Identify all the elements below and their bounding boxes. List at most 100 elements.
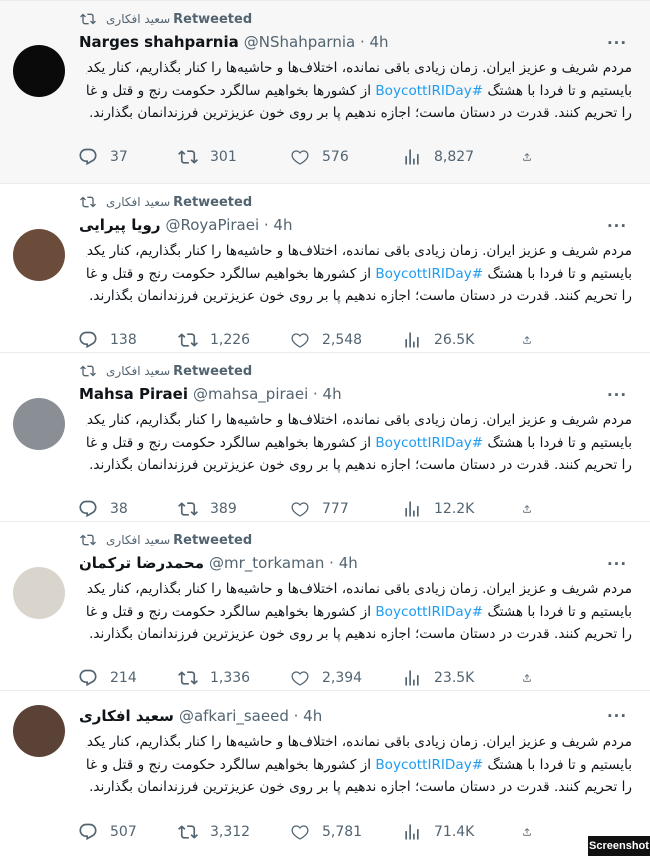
retweeter-name[interactable]: سعید افکاری	[106, 195, 170, 209]
views-button[interactable]: 23.5K	[402, 668, 522, 688]
tweet-text-fragment: بایستیم و تا فردا با هشتگ	[483, 603, 632, 620]
views-button[interactable]: 71.4K	[402, 822, 522, 842]
retweeted-label: Retweeted	[173, 11, 253, 27]
retweet-context: سعید افکاری Retweeted	[80, 362, 252, 380]
retweet-context: سعید افکاری Retweeted	[80, 531, 252, 549]
more-icon[interactable]: ···	[606, 217, 628, 235]
author-handle[interactable]: @afkari_saeed · 4h	[179, 707, 322, 725]
reply-icon	[79, 500, 97, 518]
hashtag-link[interactable]: #BoycottIRIDay	[375, 83, 483, 99]
author-handle[interactable]: @mahsa_piraei · 4h	[193, 385, 342, 403]
share-icon	[523, 336, 531, 344]
tweet-text: مردم شریف و عزیز ایران. زمان زیادی باقی …	[86, 731, 632, 799]
more-icon[interactable]: ···	[606, 34, 628, 52]
retweet-button[interactable]: 1,336	[178, 668, 290, 688]
tweet-text-line: مردم شریف و عزیز ایران. زمان زیادی باقی …	[86, 412, 632, 428]
tweet-text-line: را تحریم کنند. قدرت در دستان ماست؛ اجازه…	[89, 626, 632, 642]
reply-icon	[79, 148, 97, 166]
share-button[interactable]	[522, 330, 544, 350]
retweet-button[interactable]: 301	[178, 147, 290, 167]
reply-button[interactable]: 214	[78, 668, 178, 688]
hashtag-link[interactable]: #BoycottIRIDay	[375, 604, 483, 620]
retweeted-label: Retweeted	[173, 194, 253, 210]
retweeted-label: Retweeted	[173, 532, 253, 548]
views-button[interactable]: 12.2K	[402, 499, 522, 519]
author-handle[interactable]: @RoyaPiraei · 4h	[165, 216, 292, 234]
tweet-header: Mahsa Piraei @mahsa_piraei · 4h	[79, 383, 342, 405]
retweeter-name[interactable]: سعید افکاری	[106, 533, 170, 547]
tweet[interactable]: سعید افکاری Retweeted Narges shahparnia …	[0, 0, 650, 184]
reply-count: 38	[110, 501, 128, 517]
share-button[interactable]	[522, 822, 544, 842]
views-count: 71.4K	[434, 824, 475, 840]
share-button[interactable]	[522, 499, 544, 519]
avatar[interactable]	[13, 398, 65, 450]
tweet-text-line: بایستیم و تا فردا با هشتگ #BoycottIRIDay…	[86, 80, 632, 103]
tweet-text-fragment: از کشورها بخواهیم سالگرد حکومت رنج و قتل…	[86, 265, 376, 282]
reply-button[interactable]: 138	[78, 330, 178, 350]
tweet[interactable]: سعید افکاری Retweeted Mahsa Piraei @mahs…	[0, 353, 650, 522]
heart-icon	[291, 333, 309, 348]
author-name[interactable]: رویا پیرایی	[79, 216, 160, 234]
like-button[interactable]: 777	[290, 499, 402, 519]
author-name[interactable]: سعید افکاری	[79, 707, 174, 725]
tweet-text-line: بایستیم و تا فردا با هشتگ #BoycottIRIDay…	[86, 263, 632, 286]
tweet-text-line: را تحریم کنند. قدرت در دستان ماست؛ اجازه…	[89, 288, 632, 304]
like-count: 5,781	[322, 824, 363, 840]
tweet[interactable]: سعید افکاری Retweeted رویا پیرایی @RoyaP…	[0, 184, 650, 353]
tweet-actions: 37 301 576 8,827	[78, 146, 548, 168]
reply-button[interactable]: 507	[78, 822, 178, 842]
tweet[interactable]: سعید افکاری @afkari_saeed · 4h ··· مردم …	[0, 691, 650, 856]
avatar[interactable]	[13, 45, 65, 97]
tweet-text-fragment: بایستیم و تا فردا با هشتگ	[483, 265, 632, 282]
retweet-count: 1,336	[210, 670, 251, 686]
more-icon[interactable]: ···	[606, 707, 628, 725]
hashtag-link[interactable]: #BoycottIRIDay	[375, 266, 483, 282]
retweet-button[interactable]: 1,226	[178, 330, 290, 350]
more-icon[interactable]: ···	[606, 555, 628, 573]
retweet-button[interactable]: 389	[178, 499, 290, 519]
retweeter-name[interactable]: سعید افکاری	[106, 364, 170, 378]
share-button[interactable]	[522, 147, 544, 167]
author-handle[interactable]: @mr_torkaman · 4h	[209, 554, 358, 572]
screenshot-watermark: Screenshot	[588, 836, 650, 856]
avatar[interactable]	[13, 229, 65, 281]
author-handle[interactable]: @NShahparnia · 4h	[244, 33, 389, 51]
author-name[interactable]: Mahsa Piraei	[79, 385, 188, 403]
avatar[interactable]	[13, 705, 65, 757]
retweet-button[interactable]: 3,312	[178, 822, 290, 842]
hashtag-link[interactable]: #BoycottIRIDay	[375, 435, 483, 451]
hashtag-link[interactable]: #BoycottIRIDay	[375, 757, 483, 773]
like-button[interactable]: 2,548	[290, 330, 402, 350]
views-button[interactable]: 8,827	[402, 147, 522, 167]
tweet-text-line: مردم شریف و عزیز ایران. زمان زیادی باقی …	[86, 243, 632, 259]
share-icon	[523, 828, 531, 836]
retweet-icon	[80, 532, 96, 548]
retweet-count: 3,312	[210, 824, 251, 840]
author-name[interactable]: Narges shahparnia	[79, 33, 239, 51]
more-icon[interactable]: ···	[606, 386, 628, 404]
reply-count: 138	[110, 332, 137, 348]
share-icon	[523, 674, 531, 682]
share-icon	[523, 505, 531, 513]
avatar[interactable]	[13, 567, 65, 619]
views-button[interactable]: 26.5K	[402, 330, 522, 350]
tweet[interactable]: سعید افکاری Retweeted محمدرضا ترکمان @mr…	[0, 522, 650, 691]
heart-icon	[291, 825, 309, 840]
tweet-actions: 38 389 777 12.2K	[78, 498, 548, 520]
tweet-text-fragment: بایستیم و تا فردا با هشتگ	[483, 434, 632, 451]
tweet-text-line: بایستیم و تا فردا با هشتگ #BoycottIRIDay…	[86, 754, 632, 777]
reply-count: 37	[110, 149, 128, 165]
retweeter-name[interactable]: سعید افکاری	[106, 12, 170, 26]
retweet-icon	[178, 825, 198, 839]
tweet-text-line: را تحریم کنند. قدرت در دستان ماست؛ اجازه…	[89, 457, 632, 473]
share-button[interactable]	[522, 668, 544, 688]
reply-button[interactable]: 38	[78, 499, 178, 519]
like-button[interactable]: 5,781	[290, 822, 402, 842]
author-name[interactable]: محمدرضا ترکمان	[79, 554, 204, 572]
like-count: 576	[322, 149, 349, 165]
like-button[interactable]: 2,394	[290, 668, 402, 688]
like-button[interactable]: 576	[290, 147, 402, 167]
reply-count: 214	[110, 670, 137, 686]
reply-button[interactable]: 37	[78, 147, 178, 167]
